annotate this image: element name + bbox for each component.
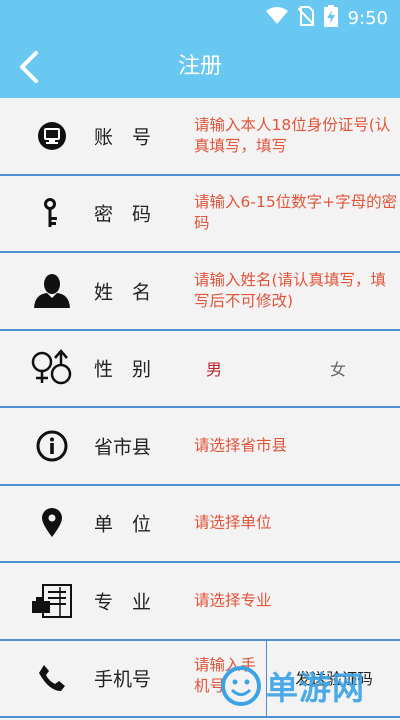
register-form: 账 号 请输入本人18位身份证号(认真填写，填写 密 码 请输入6-15位数字+…	[0, 98, 400, 718]
smiley-icon	[221, 666, 261, 706]
phone-label: 手机号	[94, 668, 152, 691]
info-icon	[30, 426, 74, 466]
account-input[interactable]: 请输入本人18位身份证号(认真填写，填写	[194, 115, 398, 157]
account-label: 账 号	[94, 126, 152, 149]
region-select[interactable]: 请选择省市县	[194, 435, 398, 456]
password-row[interactable]: 密 码 请输入6-15位数字+字母的密码	[0, 175, 400, 253]
unit-label: 单 位	[94, 513, 152, 536]
no-sim-icon	[296, 6, 315, 30]
gender-label: 性 别	[94, 358, 152, 381]
document-icon	[30, 581, 74, 621]
watermark-text: 单游网	[266, 669, 366, 707]
unit-row[interactable]: 单 位 请选择单位	[0, 485, 400, 563]
password-input[interactable]: 请输入6-15位数字+字母的密码	[194, 192, 398, 234]
status-icons: 9:50	[265, 0, 388, 36]
watermark-logo: 单游网	[220, 652, 400, 720]
gender-row: 性 别 男 女	[0, 330, 400, 408]
location-pin-icon	[30, 503, 74, 543]
back-button[interactable]	[8, 46, 50, 88]
key-icon	[30, 193, 74, 233]
status-time: 9:50	[347, 7, 388, 29]
status-bar: 9:50	[0, 0, 400, 36]
monitor-badge-icon	[30, 116, 74, 156]
major-select[interactable]: 请选择专业	[194, 590, 398, 611]
chevron-left-icon	[20, 51, 38, 83]
account-row[interactable]: 账 号 请输入本人18位身份证号(认真填写，填写	[0, 98, 400, 176]
name-row[interactable]: 姓 名 请输入姓名(请认真填写，填写后不可修改)	[0, 253, 400, 331]
name-label: 姓 名	[94, 281, 152, 304]
app-bar: 注册	[0, 36, 400, 98]
page-title: 注册	[177, 54, 222, 79]
gender-icon	[30, 348, 74, 388]
major-label: 专 业	[94, 591, 152, 614]
region-row[interactable]: 省市县 请选择省市县	[0, 408, 400, 486]
unit-select[interactable]: 请选择单位	[194, 513, 398, 534]
person-icon	[30, 271, 74, 311]
battery-charging-icon	[323, 5, 338, 31]
wifi-icon	[265, 7, 288, 29]
gender-option-female[interactable]: 女	[330, 356, 346, 380]
password-label: 密 码	[94, 203, 152, 226]
major-row[interactable]: 专 业 请选择专业	[0, 563, 400, 641]
region-label: 省市县	[94, 436, 152, 459]
gender-option-male[interactable]: 男	[206, 356, 222, 380]
name-input[interactable]: 请输入姓名(请认真填写，填写后不可修改)	[194, 270, 398, 312]
phone-icon	[30, 658, 74, 698]
